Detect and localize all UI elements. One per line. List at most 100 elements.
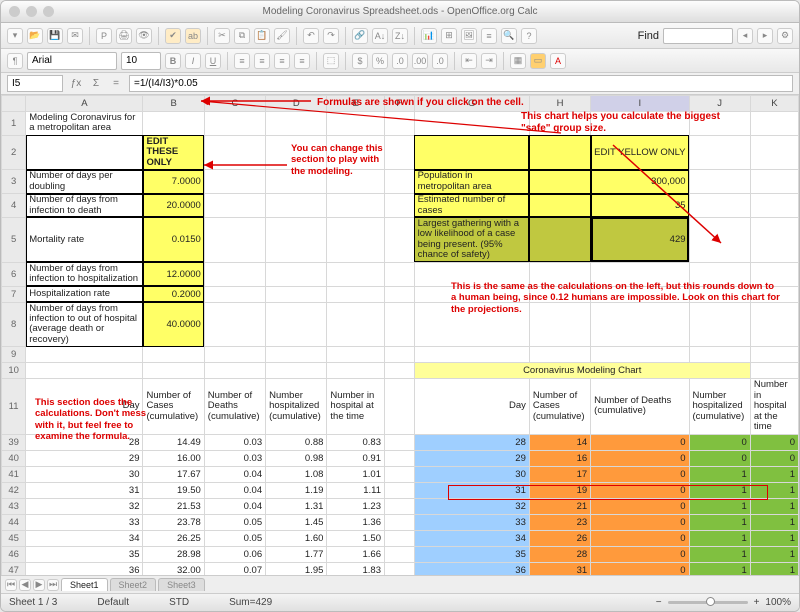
cell[interactable]: 0.91 <box>327 450 385 466</box>
cell[interactable] <box>529 347 590 363</box>
paste-icon[interactable]: 📋 <box>254 28 270 44</box>
cell[interactable]: Number of Deaths (cumulative) <box>591 379 689 434</box>
corner-cell[interactable] <box>2 96 26 112</box>
cell[interactable] <box>529 135 590 169</box>
cell[interactable]: 23.78 <box>143 514 204 530</box>
tab-sheet1[interactable]: Sheet1 <box>61 578 108 591</box>
cell[interactable]: 19 <box>529 482 590 498</box>
cell[interactable]: 1.08 <box>266 466 327 482</box>
cell[interactable] <box>385 379 415 434</box>
cell[interactable] <box>689 170 750 194</box>
spellcheck-icon[interactable]: ✔ <box>165 28 181 44</box>
sort-asc-icon[interactable]: A↓ <box>372 28 388 44</box>
cell[interactable] <box>385 286 415 302</box>
pdf-icon[interactable]: P <box>96 28 112 44</box>
cell[interactable] <box>689 194 750 218</box>
new-icon[interactable]: ▾ <box>7 28 23 44</box>
autocheck-icon[interactable]: ab <box>185 28 201 44</box>
cell[interactable]: 1 <box>750 482 798 498</box>
cell[interactable]: 20.0000 <box>143 194 204 218</box>
cell[interactable]: 36 <box>414 562 529 575</box>
row-header[interactable]: 40 <box>2 450 26 466</box>
bold-icon[interactable]: B <box>165 53 181 69</box>
italic-icon[interactable]: I <box>185 53 201 69</box>
cell[interactable]: Hospitalization rate <box>26 286 143 302</box>
col-K[interactable]: K <box>750 96 798 112</box>
cell[interactable] <box>385 262 415 286</box>
cell[interactable]: 36 <box>26 562 143 575</box>
cell[interactable]: 1.19 <box>266 482 327 498</box>
find-next-icon[interactable]: ▸ <box>757 28 773 44</box>
font-name-select[interactable] <box>27 52 117 70</box>
cell[interactable]: 0.88 <box>266 434 327 450</box>
cell[interactable]: 1.11 <box>327 482 385 498</box>
cell[interactable]: 0 <box>591 530 689 546</box>
cell[interactable] <box>385 466 415 482</box>
col-D[interactable]: D <box>266 96 327 112</box>
cell[interactable]: 0 <box>591 498 689 514</box>
cell[interactable] <box>750 170 798 194</box>
open-icon[interactable]: 📂 <box>27 28 43 44</box>
tab-next-icon[interactable]: ▶ <box>33 579 45 591</box>
row-header[interactable]: 43 <box>2 498 26 514</box>
cell[interactable]: 32.00 <box>143 562 204 575</box>
cell[interactable]: 0.04 <box>204 466 265 482</box>
cell[interactable] <box>266 363 327 379</box>
cell[interactable]: 0.05 <box>204 514 265 530</box>
cell[interactable]: 0.05 <box>204 530 265 546</box>
cell[interactable] <box>204 262 265 286</box>
cell[interactable] <box>591 347 689 363</box>
cell[interactable]: 0.03 <box>204 434 265 450</box>
cell[interactable] <box>26 135 143 169</box>
cell[interactable]: 34 <box>26 530 143 546</box>
cell[interactable]: Number of Deaths (cumulative) <box>204 379 265 434</box>
cell[interactable] <box>689 112 750 136</box>
cell[interactable]: 1.36 <box>327 514 385 530</box>
zoom-slider[interactable] <box>668 601 748 604</box>
cell[interactable]: 28 <box>529 546 590 562</box>
cell[interactable]: 35 <box>26 546 143 562</box>
cell[interactable]: 1 <box>750 498 798 514</box>
cell[interactable]: 0.2000 <box>143 286 204 302</box>
cell[interactable] <box>750 217 798 262</box>
row-header[interactable]: 10 <box>2 363 26 379</box>
styles-icon[interactable]: ¶ <box>7 53 23 69</box>
cell[interactable]: 14.49 <box>143 434 204 450</box>
cell[interactable] <box>327 217 385 262</box>
indent-inc-icon[interactable]: ⇥ <box>481 53 497 69</box>
cell[interactable]: Mortality rate <box>26 217 143 262</box>
cell[interactable]: 1 <box>689 482 750 498</box>
cell[interactable] <box>26 347 143 363</box>
cell[interactable] <box>750 302 798 347</box>
underline-icon[interactable]: U <box>205 53 221 69</box>
chart-icon[interactable]: 📊 <box>421 28 437 44</box>
cell[interactable]: Number of Cases (cumulative) <box>529 379 590 434</box>
cell[interactable]: 1.31 <box>266 498 327 514</box>
cell[interactable] <box>385 363 415 379</box>
function-wizard-icon[interactable]: ƒx <box>69 77 83 91</box>
decimal-inc-icon[interactable]: .00 <box>412 53 428 69</box>
cell[interactable] <box>385 112 415 136</box>
cell[interactable] <box>204 347 265 363</box>
cell[interactable] <box>266 302 327 347</box>
cell[interactable]: 1.95 <box>266 562 327 575</box>
cell[interactable]: 0.06 <box>204 546 265 562</box>
cell[interactable] <box>143 363 204 379</box>
cell[interactable]: 31 <box>414 482 529 498</box>
cell[interactable] <box>529 170 590 194</box>
cell[interactable]: 1.45 <box>266 514 327 530</box>
cell[interactable]: 1 <box>750 530 798 546</box>
cell[interactable] <box>204 194 265 218</box>
cell[interactable]: 0 <box>689 450 750 466</box>
row-header[interactable]: 8 <box>2 302 26 347</box>
cell[interactable]: Number of days per doubling <box>26 170 143 194</box>
row-header[interactable]: 44 <box>2 514 26 530</box>
cell[interactable]: 1 <box>689 498 750 514</box>
cell[interactable]: 29 <box>26 450 143 466</box>
cell[interactable]: 1.77 <box>266 546 327 562</box>
currency-icon[interactable]: $ <box>352 53 368 69</box>
row-header[interactable]: 47 <box>2 562 26 575</box>
row-header[interactable]: 1 <box>2 112 26 136</box>
col-C[interactable]: C <box>204 96 265 112</box>
cell[interactable]: 0.04 <box>204 482 265 498</box>
